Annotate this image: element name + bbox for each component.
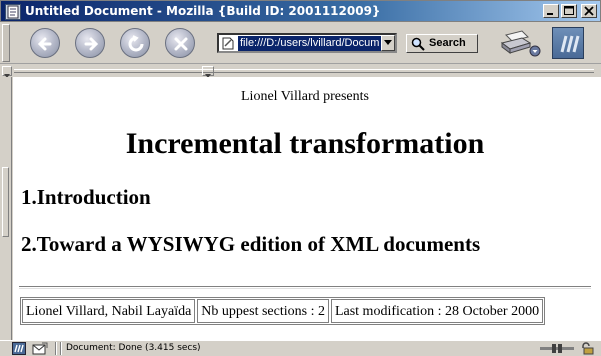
maximize-button[interactable] [561, 4, 577, 18]
toolbar-collapse-bar [0, 65, 601, 78]
url-dropdown-button[interactable] [381, 35, 395, 51]
security-lock-icon[interactable] [580, 342, 594, 355]
status-bar: Document: Done (3.415 secs) [0, 340, 601, 356]
section-heading: 1.Introduction [21, 185, 151, 209]
navigation-toolbar: file:///D:/users/lvillard/Docum Search [0, 22, 601, 64]
printer-icon [500, 30, 541, 57]
search-label: Search [429, 37, 466, 49]
forward-button[interactable] [75, 28, 105, 58]
collapse-personal-toolbar-grip[interactable] [202, 66, 214, 78]
reload-button[interactable] [120, 28, 150, 58]
presents-line: Lionel Villard presents [241, 89, 369, 104]
window-title: Untitled Document - Mozilla {Build ID: 2… [25, 4, 381, 18]
search-button[interactable]: Search [406, 34, 478, 53]
last-modified-cell: Last modification : 28 October 2000 [330, 299, 544, 323]
search-icon [411, 37, 425, 51]
toolbar-grip[interactable] [2, 24, 10, 62]
close-button[interactable] [581, 4, 597, 18]
section-heading: 2.Toward a WYSIWYG edition of XML docume… [21, 232, 481, 256]
authors-cell: Lionel Villard, Nabil Layaïda [22, 299, 196, 323]
title-bar[interactable]: Untitled Document - Mozilla {Build ID: 2… [0, 0, 601, 22]
document-title: Incremental transformation [125, 127, 485, 160]
mail-icon[interactable] [32, 342, 48, 355]
page-icon [222, 37, 234, 50]
navigator-icon[interactable] [12, 342, 26, 355]
print-button[interactable] [498, 27, 542, 59]
status-text: Document: Done (3.415 secs) [66, 343, 201, 353]
footer-table: Lionel Villard, Nabil Layaïda Nb uppest … [20, 297, 546, 325]
back-button[interactable] [30, 28, 60, 58]
horizontal-rule [19, 286, 591, 289]
sidebar-grip[interactable] [2, 167, 9, 237]
minimize-button[interactable] [543, 4, 559, 18]
document-icon [5, 4, 21, 20]
sidebar-splitter[interactable] [0, 77, 12, 340]
url-field[interactable]: file:///D:/users/lvillard/Docum [217, 33, 397, 53]
mozilla-logo-icon [552, 27, 584, 59]
online-indicator-icon[interactable] [540, 344, 574, 353]
stop-button[interactable] [165, 28, 195, 58]
document-content: Lionel Villard presents Incremental tran… [13, 77, 601, 340]
section-count-cell: Nb uppest sections : 2 [197, 299, 329, 323]
url-text[interactable]: file:///D:/users/lvillard/Docum [238, 36, 381, 51]
collapse-toolbar-grip[interactable] [2, 66, 12, 78]
